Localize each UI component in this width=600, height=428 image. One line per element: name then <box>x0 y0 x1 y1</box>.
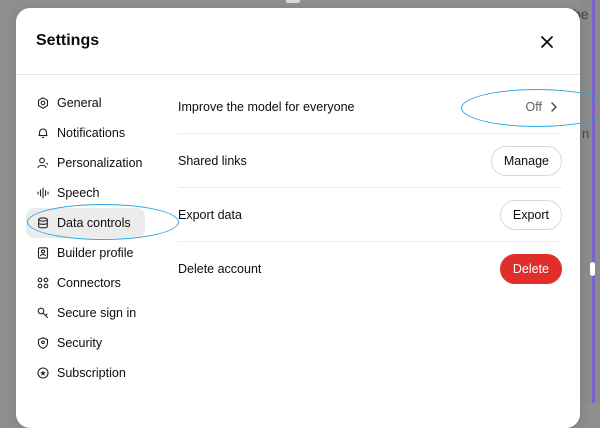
sidebar-item-speech[interactable]: Speech <box>26 178 166 208</box>
background-scroll-handle[interactable] <box>590 262 595 276</box>
chevron-right-icon <box>551 101 557 112</box>
setting-row-export-data: Export data Export <box>178 188 562 242</box>
close-button[interactable] <box>537 32 557 52</box>
settings-sidebar: General Notifications Personalization Sp… <box>26 88 166 388</box>
setting-row-improve-model: Improve the model for everyone Off <box>178 80 562 134</box>
waveform-icon <box>37 187 49 199</box>
gear-icon <box>37 97 49 109</box>
manage-button[interactable]: Manage <box>490 145 562 176</box>
sidebar-item-label: Security <box>57 336 103 350</box>
sidebar-item-label: Speech <box>57 186 100 200</box>
improve-model-select[interactable]: Off <box>526 100 562 114</box>
sidebar-item-label: Subscription <box>57 366 126 380</box>
background-app <box>580 0 600 403</box>
close-icon <box>541 36 553 48</box>
select-value: Off <box>525 99 542 114</box>
settings-dialog: Settings General Notifications Personali… <box>16 8 580 428</box>
subscription-icon <box>37 367 49 379</box>
connectors-icon <box>37 277 49 289</box>
sidebar-item-connectors[interactable]: Connectors <box>26 268 166 298</box>
shield-icon <box>37 337 49 349</box>
sidebar-item-label: Builder profile <box>57 246 134 260</box>
sidebar-item-notifications[interactable]: Notifications <box>26 118 166 148</box>
bell-icon <box>37 127 49 139</box>
background-text-fragment: n <box>582 126 590 141</box>
setting-label: Improve the model for everyone <box>178 99 355 114</box>
dialog-header: Settings <box>16 8 580 75</box>
setting-label: Shared links <box>178 153 247 168</box>
sidebar-item-builder-profile[interactable]: Builder profile <box>26 238 166 268</box>
sidebar-item-label: Data controls <box>57 216 131 230</box>
key-icon <box>37 307 49 319</box>
dialog-title: Settings <box>36 32 100 49</box>
person-icon <box>37 157 49 169</box>
background-scroll-edge <box>592 0 595 403</box>
sidebar-item-label: Secure sign in <box>57 306 137 320</box>
export-button[interactable]: Export <box>499 199 562 230</box>
delete-button[interactable]: Delete <box>499 253 562 284</box>
id-badge-icon <box>37 247 49 259</box>
sidebar-item-security[interactable]: Security <box>26 328 166 358</box>
sidebar-item-general[interactable]: General <box>26 88 166 118</box>
setting-row-delete-account: Delete account Delete <box>178 242 562 295</box>
background-notch <box>286 0 300 3</box>
sidebar-item-label: Connectors <box>57 276 121 290</box>
sidebar-item-label: Notifications <box>57 126 126 140</box>
sidebar-item-label: Personalization <box>57 156 143 170</box>
sidebar-item-secure-sign-in[interactable]: Secure sign in <box>26 298 166 328</box>
sidebar-item-subscription[interactable]: Subscription <box>26 358 166 388</box>
database-icon <box>37 217 49 229</box>
setting-label: Delete account <box>178 261 262 276</box>
sidebar-item-personalization[interactable]: Personalization <box>26 148 166 178</box>
setting-label: Export data <box>178 207 242 222</box>
sidebar-item-data-controls[interactable]: Data controls <box>26 208 145 238</box>
settings-content: Improve the model for everyone Off Share… <box>178 80 562 295</box>
sidebar-item-label: General <box>57 96 102 110</box>
setting-row-shared-links: Shared links Manage <box>178 134 562 188</box>
